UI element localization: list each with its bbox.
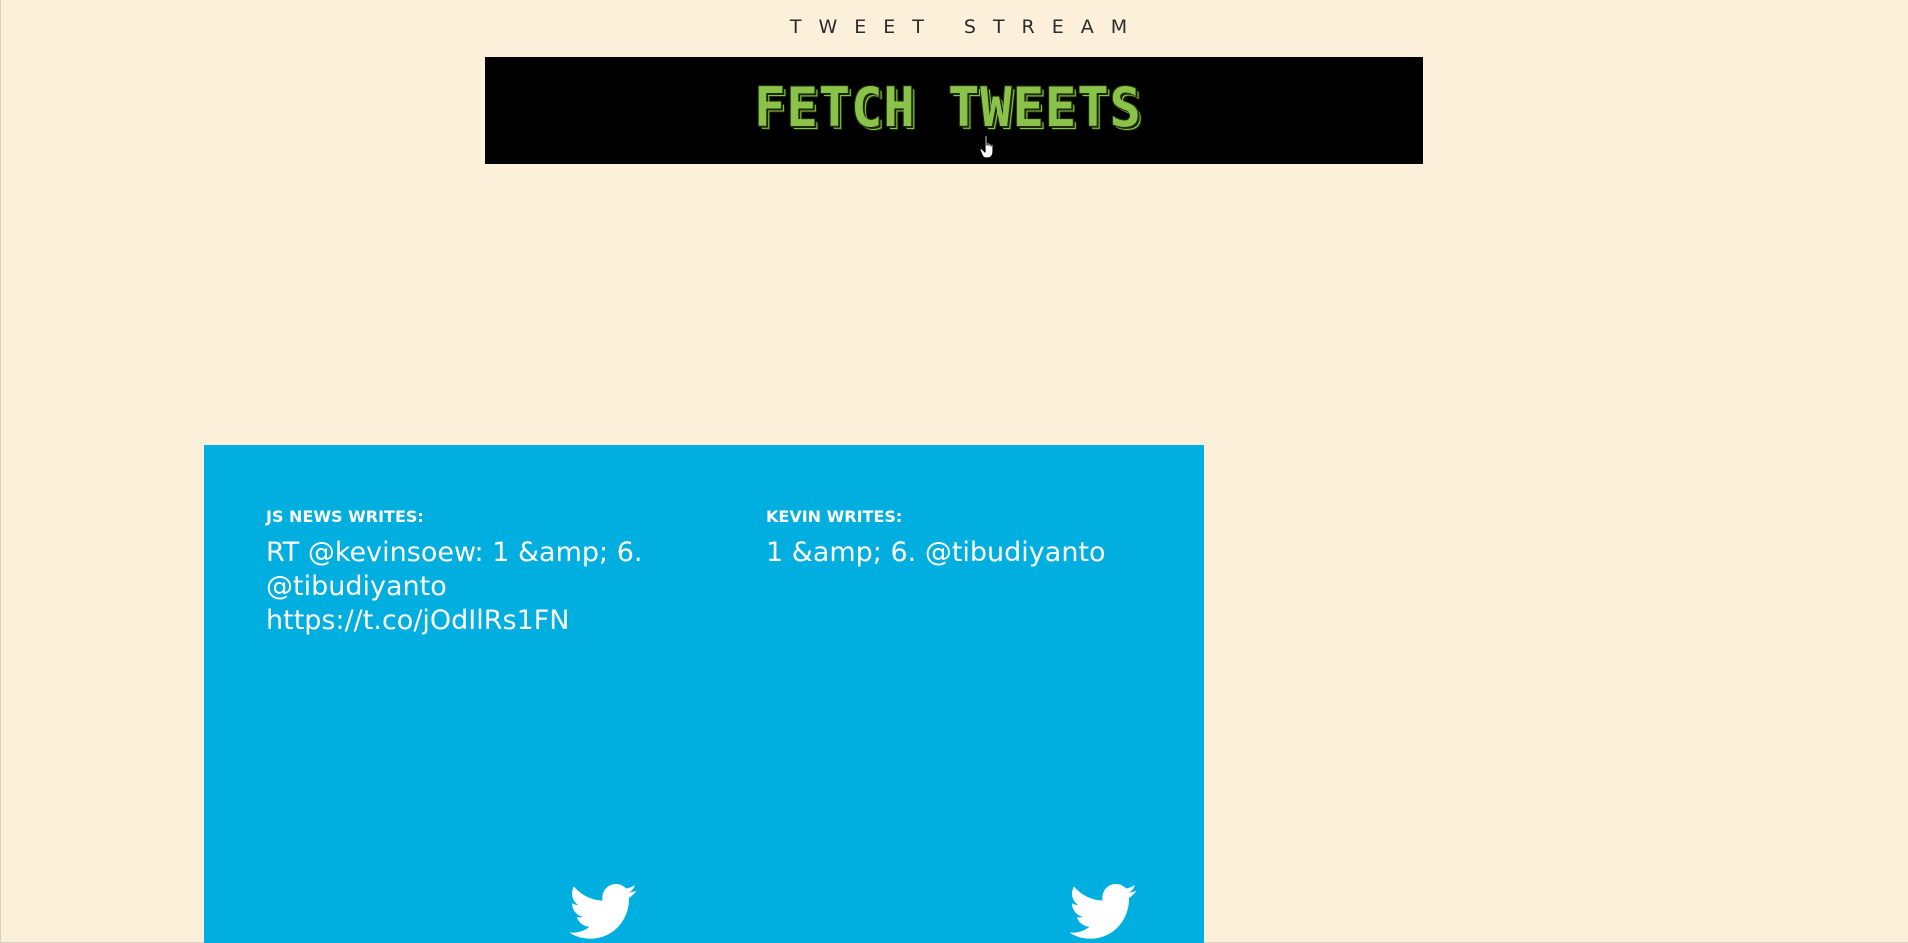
twitter-bird-icon bbox=[570, 883, 637, 939]
hand-pointer-icon bbox=[979, 134, 994, 159]
twitter-bird-icon bbox=[1070, 883, 1137, 939]
tweet-card: JS NEWS WRITES: RT @kevinsoew: 1 &amp; 6… bbox=[266, 507, 656, 939]
tweet-card: KEVIN WRITES: 1 &amp; 6. @tibudiyanto bbox=[766, 507, 1156, 939]
tweet-author: KEVIN WRITES: bbox=[766, 507, 903, 526]
fetch-tweets-label: FETCH TWEETS bbox=[754, 76, 1142, 139]
tweet-text: RT @kevinsoew: 1 &amp; 6. @tibudiyanto h… bbox=[266, 537, 643, 636]
tweet-text: 1 &amp; 6. @tibudiyanto bbox=[766, 537, 1106, 568]
page-title: TWEET STREAM bbox=[789, 16, 1145, 38]
fetch-tweets-button[interactable]: FETCH TWEETS bbox=[485, 57, 1423, 164]
tweet-list: JS NEWS WRITES: RT @kevinsoew: 1 &amp; 6… bbox=[204, 445, 1204, 943]
tweet-author: JS NEWS WRITES: bbox=[266, 507, 424, 526]
